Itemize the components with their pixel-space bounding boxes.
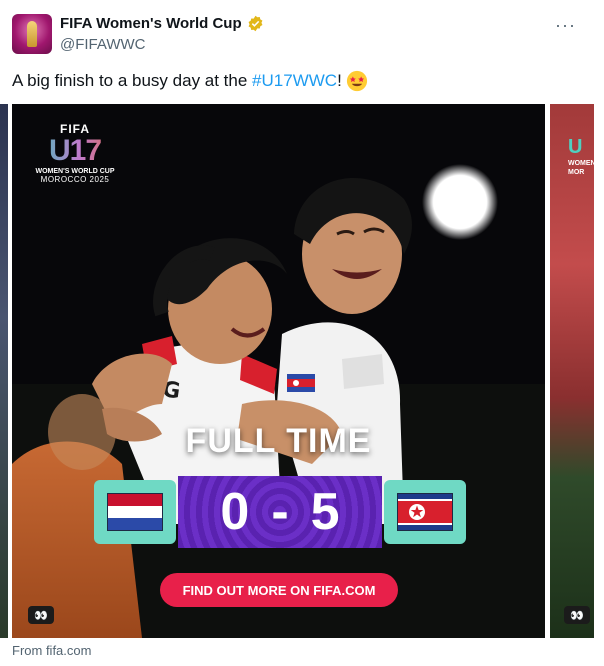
- score-box: 0 - 5: [178, 476, 382, 548]
- handle[interactable]: @FIFAWWC: [60, 36, 146, 53]
- celebration-photo: NG: [12, 104, 545, 638]
- media-carousel[interactable]: NG FIFA U17 WOMEN'S WORLD CUP MOROCCO 20…: [0, 104, 604, 638]
- home-score: 0: [220, 483, 250, 541]
- previous-slide[interactable]: [0, 104, 8, 638]
- score-separator: -: [271, 483, 289, 541]
- avatar[interactable]: [12, 14, 52, 54]
- tweet-text: A big finish to a busy day at the #U17WW…: [12, 70, 368, 92]
- hashtag-link[interactable]: #U17WWC: [252, 70, 337, 92]
- verified-badge-icon: [248, 15, 263, 32]
- next-logo-text: WOMEN MOR: [568, 160, 594, 176]
- full-time-headline: FULL TIME: [185, 422, 372, 460]
- match-result-image[interactable]: NG FIFA U17 WOMEN'S WORLD CUP MOROCCO 20…: [12, 104, 545, 638]
- display-name[interactable]: FIFA Women's World Cup: [60, 15, 242, 32]
- logo-line1: WOMEN'S WORLD CUP: [35, 168, 115, 175]
- logo-line2: MOROCCO 2025: [40, 175, 110, 184]
- eyes-icon[interactable]: 👀: [564, 606, 590, 624]
- find-out-more-button[interactable]: FIND OUT MORE ON FIFA.COM: [160, 573, 398, 607]
- tweet-text-prefix: A big finish to a busy day at the: [12, 71, 253, 90]
- scoreboard: 0 - 5: [94, 476, 466, 548]
- more-options-button[interactable]: ···: [555, 15, 576, 36]
- away-flag-box: [384, 480, 466, 544]
- tweet-text-suffix: !: [337, 71, 342, 90]
- away-score: 5: [310, 483, 340, 541]
- next-slide-logo: U WOMEN MOR: [568, 136, 594, 177]
- next-slide[interactable]: U WOMEN MOR 👀: [550, 104, 594, 638]
- tournament-logo: FIFA U17 WOMEN'S WORLD CUP MOROCCO 2025: [30, 122, 120, 184]
- north-korea-flag-icon: [397, 493, 453, 531]
- netherlands-flag-icon: [107, 493, 163, 531]
- logo-u17-text: U17: [30, 136, 120, 166]
- next-logo-u: U: [568, 136, 583, 158]
- home-flag-box: [94, 480, 176, 544]
- link-source[interactable]: From fifa.com: [12, 643, 91, 658]
- trophy-icon: [27, 21, 37, 47]
- eyes-icon[interactable]: 👀: [28, 606, 54, 624]
- star-struck-emoji-icon: [346, 70, 367, 92]
